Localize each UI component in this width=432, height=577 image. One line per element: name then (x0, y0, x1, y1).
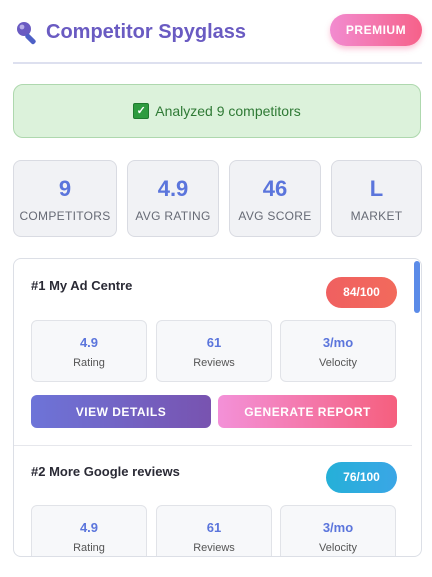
metric-rating: 4.9 Rating (31, 320, 147, 382)
metric-reviews: 61 Reviews (156, 320, 272, 382)
competitor-title: #1 My Ad Centre (31, 278, 133, 293)
metric-value: 4.9 (79, 335, 99, 350)
metric-value: 4.9 (79, 520, 99, 535)
check-box-icon: ✓ (133, 103, 150, 119)
magnifying-glass-icon (17, 22, 36, 45)
header-divider (13, 62, 422, 64)
stat-label: AVG RATING (135, 209, 211, 223)
competitor-card: #2 More Google reviews 76/100 4.9 Rating… (14, 446, 412, 556)
metric-value: 3/mo (322, 520, 354, 535)
premium-button[interactable]: PREMIUM (330, 14, 422, 46)
metric-label: Rating (73, 357, 105, 369)
stat-avg-rating: 4.9 AVG RATING (127, 160, 219, 237)
stat-value: 46 (262, 176, 288, 201)
metric-value: 61 (206, 335, 222, 350)
competitor-card: #1 My Ad Centre 84/100 4.9 Rating 61 Rev… (14, 259, 412, 445)
score-badge: 84/100 (326, 277, 397, 308)
metric-velocity: 3/mo Velocity (280, 320, 396, 382)
stat-label: COMPETITORS (19, 209, 111, 223)
stat-avg-score: 46 AVG SCORE (229, 160, 321, 237)
scrollbar-thumb[interactable] (414, 261, 420, 313)
stat-value: L (369, 176, 384, 201)
stat-value: 4.9 (157, 176, 189, 201)
status-banner: ✓ Analyzed 9 competitors (13, 84, 421, 138)
metric-velocity: 3/mo Velocity (280, 505, 396, 556)
competitor-list[interactable]: #1 My Ad Centre 84/100 4.9 Rating 61 Rev… (13, 258, 422, 557)
metric-value: 61 (206, 520, 222, 535)
stat-label: MARKET (350, 209, 403, 223)
status-message: Analyzed 9 competitors (155, 103, 301, 119)
metric-label: Reviews (193, 357, 235, 369)
stat-value: 9 (58, 176, 72, 201)
generate-report-button[interactable]: GENERATE REPORT (218, 395, 397, 428)
metric-label: Reviews (193, 542, 235, 554)
metric-label: Velocity (319, 542, 357, 554)
score-badge: 76/100 (326, 462, 397, 493)
stat-market: L MARKET (331, 160, 422, 237)
metric-value: 3/mo (322, 335, 354, 350)
view-details-button[interactable]: VIEW DETAILS (31, 395, 211, 428)
app-title: Competitor Spyglass (46, 21, 247, 43)
stat-label: AVG SCORE (238, 209, 312, 223)
metric-label: Rating (73, 542, 105, 554)
metric-rating: 4.9 Rating (31, 505, 147, 556)
competitor-title: #2 More Google reviews (31, 464, 180, 479)
stat-competitors: 9 COMPETITORS (13, 160, 117, 237)
app-header: Competitor Spyglass PREMIUM (0, 0, 432, 64)
metric-label: Velocity (319, 357, 357, 369)
metric-reviews: 61 Reviews (156, 505, 272, 556)
